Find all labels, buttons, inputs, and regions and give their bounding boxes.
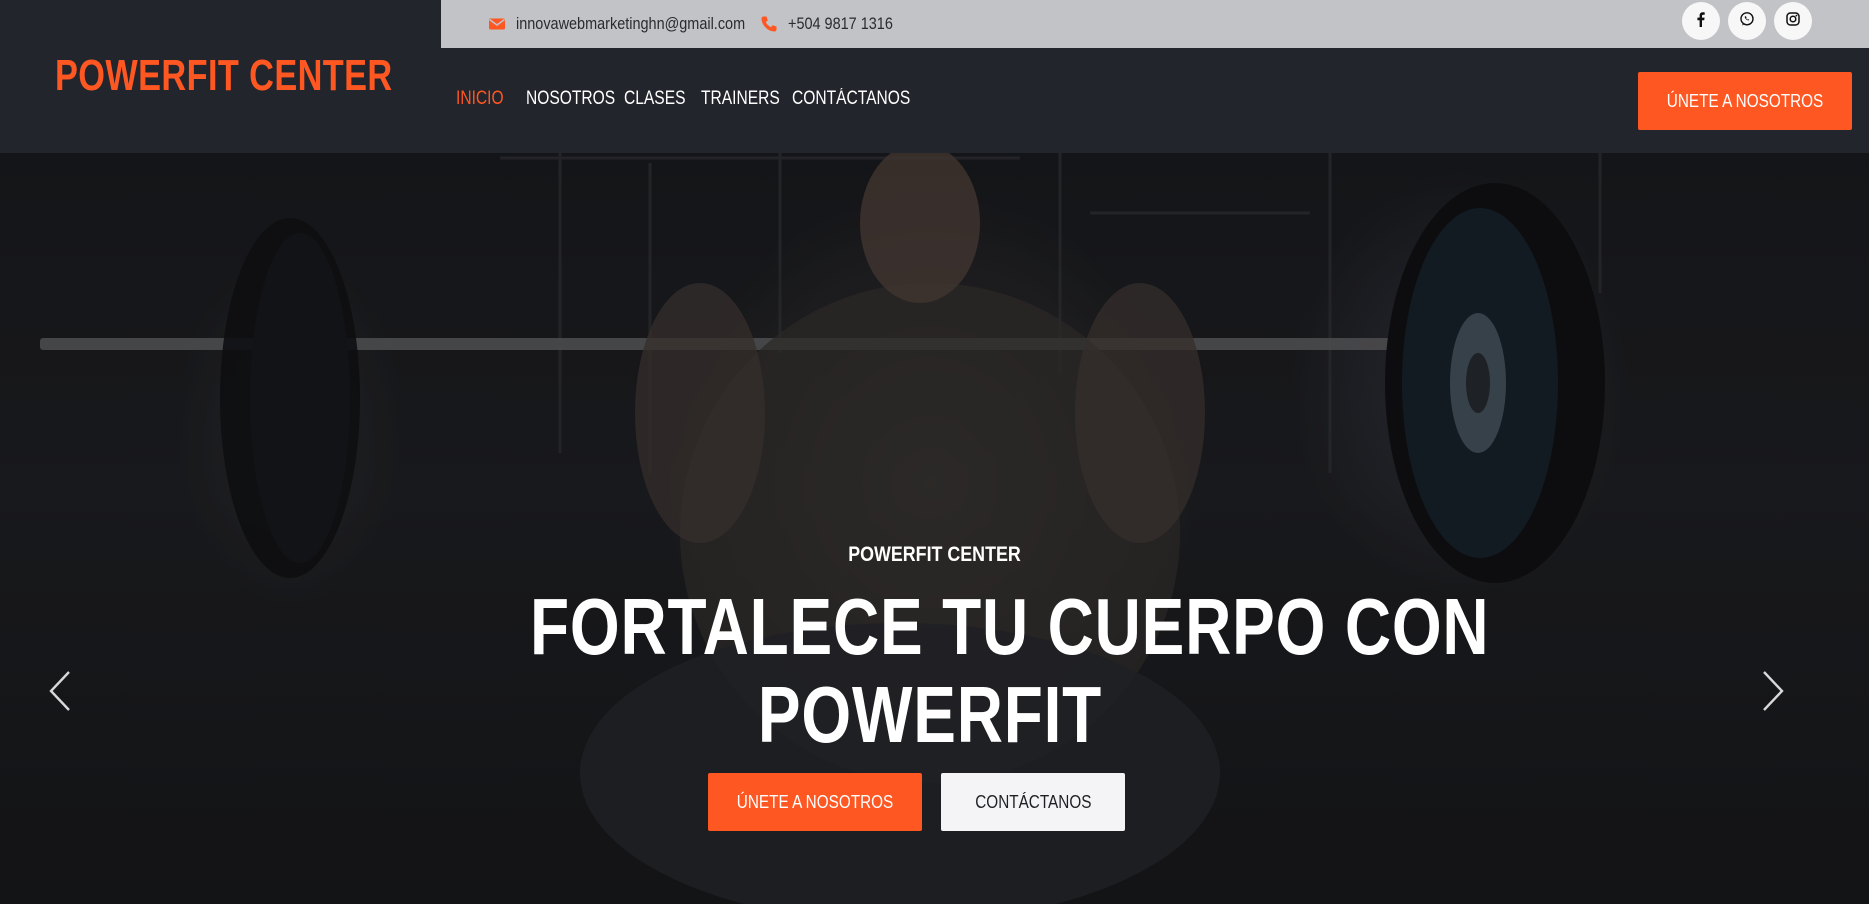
phone-icon [760, 15, 778, 33]
hero-title-line-2: POWERFIT [757, 670, 1103, 759]
join-us-hero-button[interactable]: ÚNETE A NOSOTROS [708, 773, 922, 831]
facebook-icon [1693, 11, 1709, 32]
site-logo[interactable]: POWERFIT CENTER [55, 48, 392, 104]
carousel-prev-button[interactable] [40, 663, 80, 723]
join-us-header-button[interactable]: ÚNETE A NOSOTROS [1638, 72, 1852, 130]
chevron-right-icon [1760, 669, 1786, 718]
nav-item-clases[interactable]: CLASES [624, 86, 685, 112]
hero-carousel: POWERFIT CENTER FORTALECE TU CUERPO CON … [0, 153, 1869, 904]
contact-hero-button[interactable]: CONTÁCTANOS [941, 773, 1125, 831]
instagram-icon [1785, 11, 1801, 32]
top-bar: innovawebmarketinghn@gmail.com +504 9817… [441, 0, 1869, 48]
contact-hero-label: CONTÁCTANOS [974, 791, 1092, 812]
carousel-next-button[interactable] [1753, 663, 1793, 723]
hero-title-line-1: FORTALECE TU CUERPO CON [530, 582, 1490, 671]
email-text: innovawebmarketinghn@gmail.com [516, 14, 746, 33]
hero-overlay [0, 153, 1869, 904]
whatsapp-link[interactable] [1728, 2, 1766, 40]
brand-block: POWERFIT CENTER [0, 0, 441, 153]
phone-contact[interactable]: +504 9817 1316 [760, 0, 911, 48]
hero-title: FORTALECE TU CUERPO CON POWERFIT [430, 582, 1490, 759]
facebook-link[interactable] [1682, 2, 1720, 40]
envelope-icon [488, 15, 506, 33]
email-contact[interactable]: innovawebmarketinghn@gmail.com [488, 0, 786, 48]
join-us-hero-label: ÚNETE A NOSOTROS [736, 791, 894, 812]
whatsapp-icon [1739, 11, 1755, 32]
hero-subtitle: POWERFIT CENTER [0, 543, 1869, 567]
instagram-link[interactable] [1774, 2, 1812, 40]
nav-item-trainers[interactable]: TRAINERS [701, 86, 780, 112]
join-us-header-label: ÚNETE A NOSOTROS [1666, 90, 1824, 111]
nav-item-nosotros[interactable]: NOSOTROS [526, 86, 615, 112]
chevron-left-icon [47, 669, 73, 718]
nav-item-inicio[interactable]: INICIO [456, 86, 504, 112]
nav-item-contactanos[interactable]: CONTÁCTANOS [792, 86, 910, 112]
phone-text: +504 9817 1316 [788, 14, 893, 33]
hero-subtitle-text: POWERFIT CENTER [848, 543, 1021, 566]
